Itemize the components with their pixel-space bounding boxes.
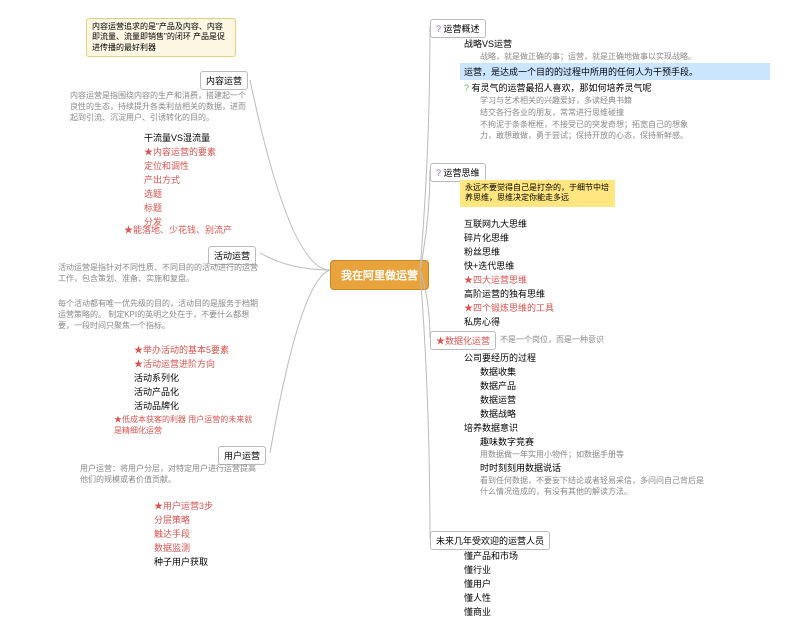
user-ops-item[interactable]: 触达手段 xyxy=(150,527,213,540)
activity-ops-item[interactable]: ★举办活动的基本5要素 xyxy=(130,343,229,356)
data-ops-group2-title[interactable]: 培养数据意识 xyxy=(460,421,710,434)
content-ops-item[interactable]: 选题 xyxy=(140,187,216,200)
overview-title-text: 运营概述 xyxy=(444,24,480,34)
overview-item: 战略，就是做正确的事；运营，就是正确地做事以实现战略。 xyxy=(460,51,770,62)
user-ops-item[interactable]: 分层策略 xyxy=(150,513,213,526)
user-ops-item[interactable]: 种子用户获取 xyxy=(150,555,213,568)
future-item[interactable]: 懂行业 xyxy=(460,563,518,576)
overview-item: 结交各行各业的朋友，常常进行思维碰撞 xyxy=(460,107,770,118)
overview-item-text: 有灵气的运营最招人喜欢，那如何培养灵气呢 xyxy=(472,83,652,93)
data-ops-item[interactable]: 时时刻刻用数据说话 xyxy=(476,461,710,474)
user-ops-item[interactable]: ★用户运营3步 xyxy=(150,499,213,512)
overview-item[interactable]: ? 有灵气的运营最招人喜欢，那如何培养灵气呢 xyxy=(460,81,770,94)
data-ops-item[interactable]: 数据战略 xyxy=(476,407,710,420)
user-ops-item[interactable]: 数据监测 xyxy=(150,541,213,554)
activity-ops-item[interactable]: 活动系列化 xyxy=(130,371,229,384)
thinking-item[interactable]: 互联网九大思维 xyxy=(460,217,554,230)
data-ops-item[interactable]: 数据运营 xyxy=(476,393,710,406)
thinking-item[interactable]: 快+迭代思维 xyxy=(460,259,554,272)
data-ops-item[interactable]: 数据收集 xyxy=(476,365,710,378)
overview-item: 学习与艺术相关的兴趣爱好，多读经典书籍 xyxy=(460,95,770,106)
thinking-highlight: 永远不要觉得自己是打杂的，于细节中培养思维，思维决定你能走多远 xyxy=(460,180,615,207)
thinking-title-text: 运营思维 xyxy=(444,168,480,178)
activity-ops-desc2: 每个活动都有唯一优先级的目的，活动目的是服务于档期运营策略的。 制定KPI的英明… xyxy=(58,298,258,331)
activity-ops-desc: 活动运营是指针对不同性质、不同目的的活动进行的运营工作，包含策划、准备、实施和复… xyxy=(58,262,258,284)
content-ops-item[interactable]: ★内容运营的要素 xyxy=(140,145,216,158)
future-item[interactable]: 懂商业 xyxy=(460,605,518,618)
overview-item[interactable]: 战略VS运营 xyxy=(460,37,770,50)
thinking-item[interactable]: 粉丝思维 xyxy=(460,245,554,258)
thinking-item[interactable]: 高阶运营的独有思维 xyxy=(460,287,554,300)
activity-star-note: ★能落地、少花钱、别流产 xyxy=(120,223,232,236)
overview-item-highlight[interactable]: 运营，是达成一个目的的过程中所用的任何人为干预手段。 xyxy=(460,63,770,80)
content-ops-callout: 内容运营追求的是"产品及内容、内容即流量、流量即销售"的闭环 产品是促进传播的最… xyxy=(86,18,236,57)
root-node[interactable]: 我在阿里做运营 xyxy=(330,260,429,290)
content-ops-item[interactable]: 定位和调性 xyxy=(140,159,216,172)
activity-ops-item[interactable]: 活动品牌化 xyxy=(130,399,229,412)
content-ops-item[interactable]: 干流量VS湿流量 xyxy=(140,131,216,144)
future-item[interactable]: 懂用户 xyxy=(460,577,518,590)
thinking-item[interactable]: ★四大运营思维 xyxy=(460,273,554,286)
data-ops-item: 看到任何数据，不要妄下结论或者轻易采信，多问问自己背后是什么情况造成的，有没有其… xyxy=(476,475,710,497)
overview-item: 不拘泥于条条框框，不接受已的突发奇想；拓宽自己的想象力，敢想敢做，勇于尝试；保持… xyxy=(460,119,700,141)
data-ops-item[interactable]: 趣味数字竞赛 xyxy=(476,435,710,448)
thinking-item[interactable]: ★四个锻炼思维的工具 xyxy=(460,301,554,314)
content-ops-item[interactable]: 标题 xyxy=(140,201,216,214)
content-ops-item[interactable]: 产出方式 xyxy=(140,173,216,186)
activity-ops-item[interactable]: ★活动运营进阶方向 xyxy=(130,357,229,370)
future-item[interactable]: 懂人性 xyxy=(460,591,518,604)
user-ops-desc: 用户运营：将用户分层，对特定用户进行运营提高他们的规模或者价值贡献。 xyxy=(80,463,260,485)
thinking-item[interactable]: 碎片化思维 xyxy=(460,231,554,244)
future-item[interactable]: 懂产品和市场 xyxy=(460,549,518,562)
data-ops-title[interactable]: ★数据化运营 xyxy=(430,331,496,350)
data-ops-subtitle: 不是一个岗位，而是一种意识 xyxy=(500,334,604,345)
data-ops-item: 用数据做一年实用小物件；如数据手册等 xyxy=(476,449,710,460)
user-star-note: ★低成本获客的利器 用户运营的未来就是精细化运营 xyxy=(110,414,260,436)
thinking-item[interactable]: 私房心得 xyxy=(460,315,554,328)
content-ops-title[interactable]: 内容运营 xyxy=(200,71,248,90)
content-ops-desc: 内容运营是指围绕内容的生产和消费，搭建起一个良性的生态，持续提升各类利益相关的数… xyxy=(70,90,250,123)
data-ops-item[interactable]: 数据产品 xyxy=(476,379,710,392)
activity-ops-item[interactable]: 活动产品化 xyxy=(130,385,229,398)
data-ops-group1-title[interactable]: 公司要经历的过程 xyxy=(460,351,710,364)
